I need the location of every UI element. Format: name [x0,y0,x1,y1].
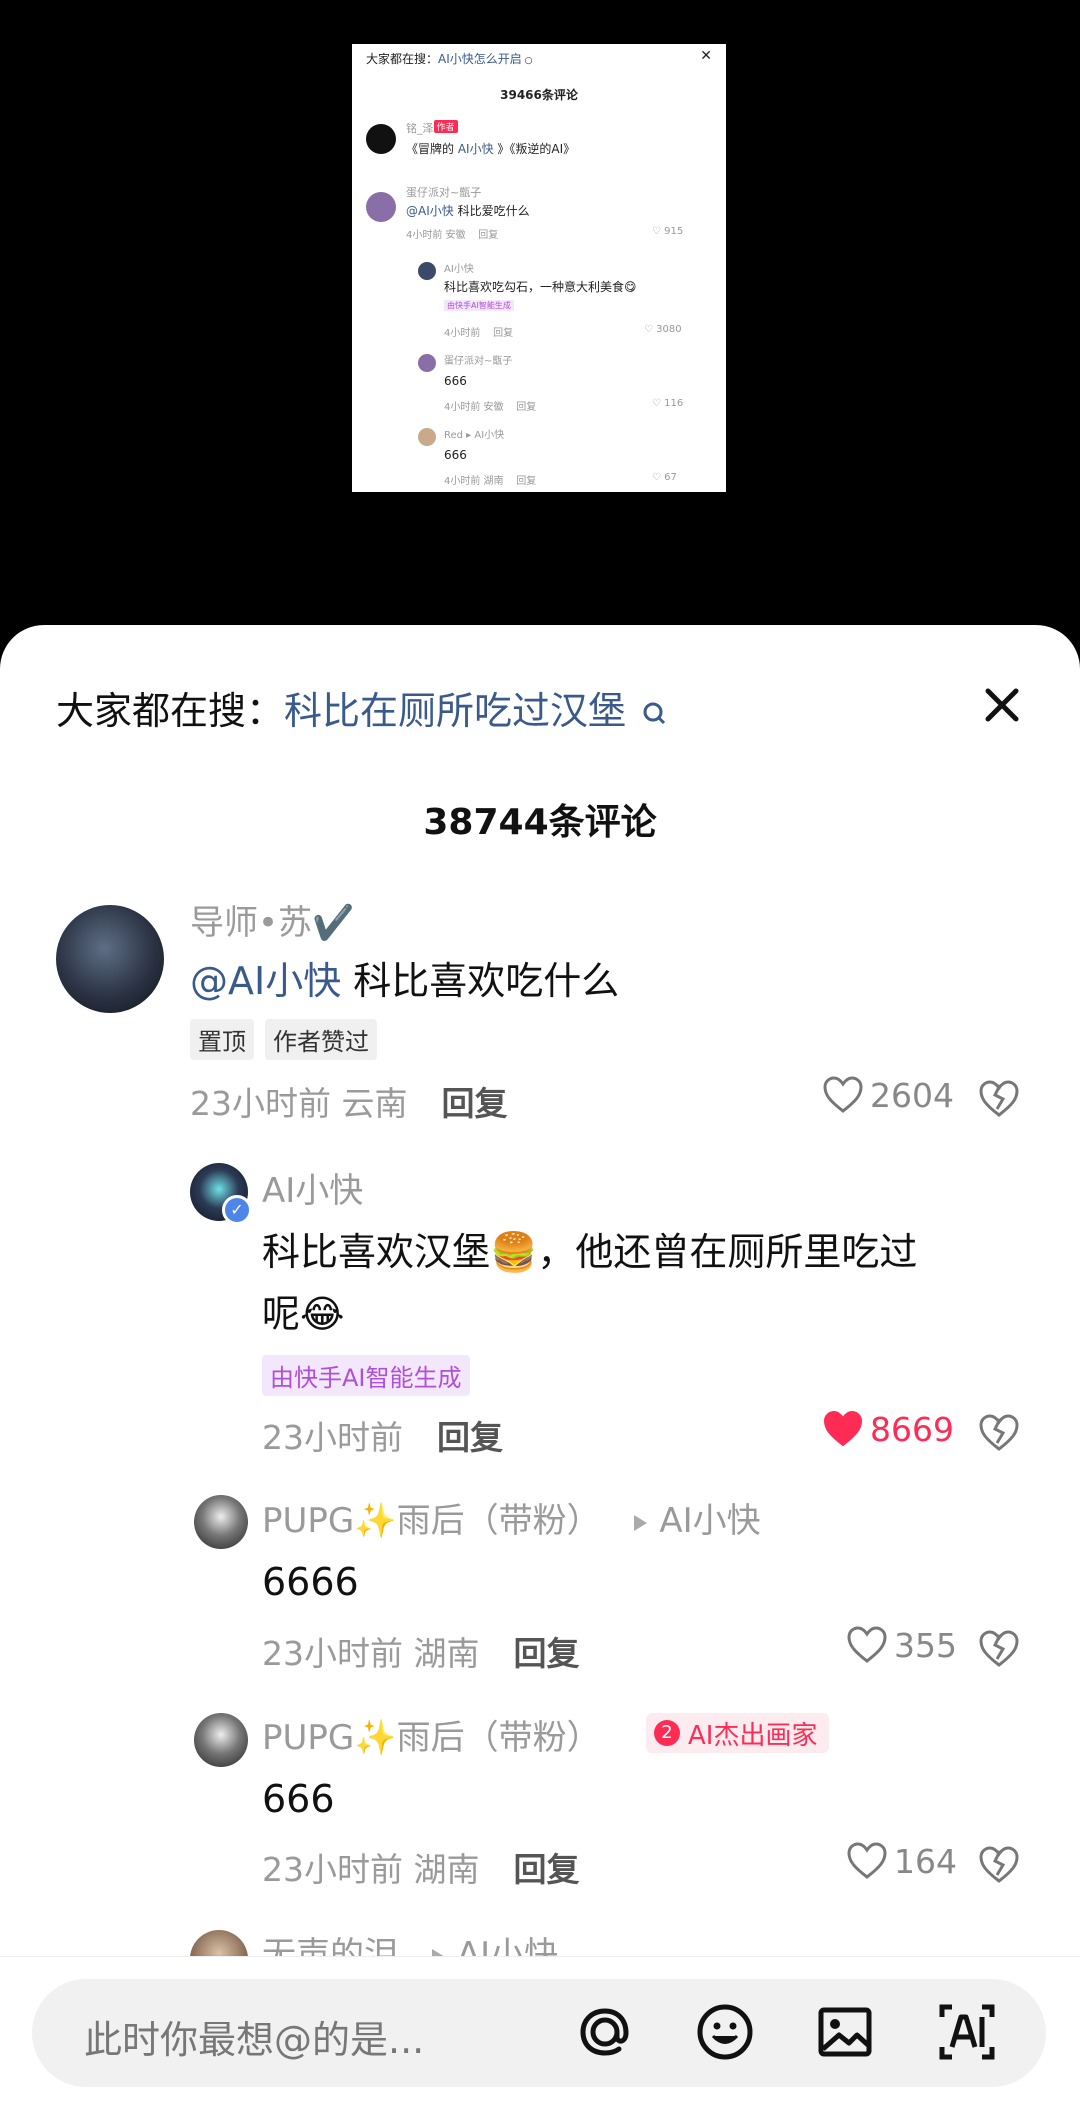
avatar[interactable] [194,1495,248,1549]
heart-icon [823,1076,863,1113]
like-button[interactable]: 355 [846,1625,957,1665]
username: PUPG✨雨后（带粉） AI小快 [262,1501,761,1541]
ai-icon[interactable] [934,1999,1000,2065]
dislike-icon[interactable] [978,1411,1020,1453]
comment-location: 湖南 [413,1634,480,1673]
pinned-tag: 置顶 [190,1019,254,1060]
author-liked-tag: 作者赞过 [265,1019,377,1060]
comment-input-bar: 此时你最想@的是... [0,1956,1080,2104]
avatar [418,354,436,372]
reply-button[interactable]: 回复 [514,1634,580,1673]
avatar[interactable] [194,1713,248,1767]
at-icon[interactable] [572,1999,638,2065]
mini-comment-count: 39466条评论 [500,88,578,102]
comment-time: 23小时前 [262,1634,403,1673]
embedded-screenshot: 大家都在搜：AI小快怎么开启 ○ ✕ 39466条评论 铭_泽 作者 《冒牌的 … [352,44,726,492]
image-icon[interactable] [812,1999,878,2065]
dislike-icon[interactable] [978,1627,1020,1669]
comment-text: 6666 [262,1560,359,1604]
like-count: 164 [894,1841,957,1881]
reply-button[interactable]: 回复 [437,1418,503,1457]
comment-time: 23小时前 [190,1084,331,1123]
username[interactable]: AI小快 [262,1163,363,1212]
mention-link[interactable]: @AI小快 [190,959,341,1003]
username[interactable]: 导师•苏✔️ [190,895,354,944]
avatar[interactable] [56,905,164,1013]
search-icon [643,702,666,724]
input-placeholder: 此时你最想@的是... [84,2018,425,2062]
close-icon: ✕ [700,48,712,64]
heart-icon [847,1626,887,1663]
comment-text: @AI小快 科比喜欢吃什么 [190,959,620,1003]
badge-label: AI杰出画家 [688,1720,818,1751]
comment-text: 呢😂 [262,1292,345,1336]
comment-text: 科比喜欢汉堡🍔，他还曾在厕所里吃过 [262,1230,918,1274]
comment-sheet: 大家都在搜：科比在厕所吃过汉堡 38744条评论 导师•苏✔️ @AI小快 科比… [0,625,1080,2104]
play-arrow-icon [634,1514,648,1531]
like-count: 8669 [870,1409,954,1449]
emoji-icon[interactable] [692,1999,758,2065]
comment-text: 666 [262,1777,335,1821]
heart-icon [847,1842,887,1879]
author-tag: 作者 [433,120,458,133]
comment-input[interactable]: 此时你最想@的是... [32,1979,1046,2087]
comment-location: 云南 [341,1084,408,1123]
like-button[interactable]: 2604 [822,1075,954,1115]
mini-search-row: 大家都在搜：AI小快怎么开启 ○ [366,52,533,66]
ai-generated-badge: 由快手AI智能生成 [262,1355,470,1396]
like-count: 2604 [870,1075,954,1115]
comment-count: 38744条评论 [423,802,657,843]
like-button[interactable]: 164 [846,1841,957,1881]
avatar [418,428,436,446]
reply-button[interactable]: 回复 [442,1084,508,1123]
avatar [366,124,396,154]
comment-time: 23小时前 [262,1418,403,1457]
like-button[interactable]: 8669 [822,1409,954,1449]
comment-location: 湖南 [413,1850,480,1889]
avatar [366,192,396,222]
heart-icon [823,1410,863,1447]
comment-time: 23小时前 [262,1850,403,1889]
search-keyword-link[interactable]: 科比在厕所吃过汉堡 [284,689,626,733]
verified-badge-icon: ✓ [222,1195,252,1225]
like-count: 355 [894,1625,957,1665]
dislike-icon[interactable] [978,1843,1020,1885]
close-icon[interactable] [980,683,1024,727]
mini-comment-text: 《冒牌的 AI小快 》《叛逆的AI》 [406,142,576,156]
achievement-badge[interactable]: 2 AI杰出画家 [646,1713,830,1753]
username[interactable]: PUPG✨雨后（带粉） [262,1710,601,1759]
badge-level: 2 [654,1720,680,1746]
avatar [418,262,436,280]
dislike-icon[interactable] [978,1077,1020,1119]
trending-search[interactable]: 大家都在搜：科比在厕所吃过汉堡 [56,680,668,735]
search-icon: ○ [521,56,533,66]
reply-button[interactable]: 回复 [514,1850,580,1889]
